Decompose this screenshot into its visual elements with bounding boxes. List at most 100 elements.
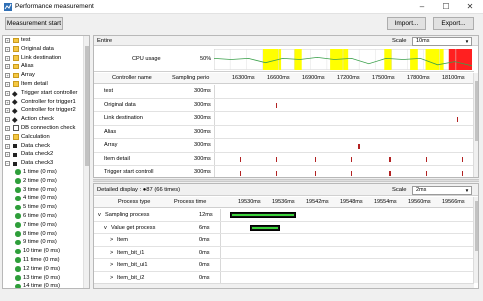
sample-marker[interactable] [461,170,463,176]
tree-item[interactable]: 2 time (0 ms) [3,177,89,186]
controller-row[interactable]: Trigger start controll 300ms [94,166,474,177]
expand-toggle-icon[interactable]: + [5,134,10,140]
detailed-scroll-thumb[interactable] [475,201,478,251]
tree-item[interactable]: + Alias [3,62,89,71]
tree-item[interactable]: + test [3,36,89,45]
tree-item[interactable]: + DB connection check [3,124,89,133]
sample-marker[interactable] [275,170,278,176]
sample-marker[interactable] [275,157,278,162]
sample-marker[interactable] [389,157,391,162]
process-row[interactable]: v Sampling process 12ms [94,209,474,222]
tree-item[interactable]: + Data check [3,142,89,151]
expand-toggle-icon[interactable]: + [5,73,10,79]
sample-marker[interactable] [314,170,316,176]
sample-marker[interactable] [350,157,353,162]
process-row[interactable]: > Item_bit_ui1 0ms [94,259,474,272]
sample-marker[interactable] [239,170,242,176]
tree-scroll-thumb[interactable] [85,46,89,166]
chevron-down-icon[interactable]: v [98,209,104,221]
controller-row[interactable]: test 300ms [94,85,474,99]
expand-toggle-icon[interactable]: + [5,108,10,114]
tree-item[interactable]: + Original data [3,45,89,54]
tree-item[interactable]: 10 time (0 ms) [3,247,89,256]
export-button[interactable]: Export... [433,17,474,30]
controller-row[interactable]: Link destination 300ms [94,112,474,126]
tree-item[interactable]: − Data check3 [3,159,89,168]
expand-toggle-icon[interactable]: − [5,161,10,167]
chevron-right-icon[interactable]: > [110,247,116,259]
process-row[interactable]: > Item 0ms [94,234,474,247]
chevron-down-icon[interactable]: v [104,222,110,234]
expand-toggle-icon[interactable]: + [5,81,10,87]
process-duration-bar[interactable] [230,212,296,218]
tree-item[interactable]: 7 time (0 ms) [3,221,89,230]
sample-marker[interactable] [350,170,353,176]
controller-row[interactable]: Alias 300ms [94,125,474,139]
tree-item[interactable]: 8 time (0 ms) [3,230,89,239]
sample-marker[interactable] [239,157,242,162]
tree-item[interactable]: 5 time (0 ms) [3,203,89,212]
tree-item[interactable]: 6 time (0 ms) [3,212,89,221]
sample-marker[interactable] [389,170,391,176]
controller-row[interactable]: Item detail 300ms [94,152,474,166]
close-button[interactable]: ✕ [459,0,481,14]
expand-toggle-icon[interactable]: + [5,143,10,149]
tree-item[interactable]: + Data check2 [3,150,89,159]
measurement-start-button[interactable]: Measurement start [5,17,63,30]
sampling-period-header[interactable]: Sampling perio [172,73,216,83]
process-duration-bar[interactable] [250,224,281,231]
chevron-right-icon[interactable]: > [110,272,116,284]
tree-item[interactable]: + Controller for trigger2 [3,106,89,115]
detailed-scale-select[interactable]: 2ms ▼ [412,186,472,195]
tree-item[interactable]: 3 time (0 ms) [3,186,89,195]
tree-item[interactable]: + Controller for trigger1 [3,98,89,107]
sample-marker[interactable] [461,157,463,162]
maximize-button[interactable]: ☐ [435,0,457,14]
sample-marker[interactable] [358,143,360,149]
process-row[interactable]: v Value get process 6ms [94,221,474,234]
sample-marker[interactable] [425,170,427,176]
tree-item[interactable]: 13 time (0 ms) [3,274,89,283]
import-button[interactable]: Import... [387,17,426,30]
entire-scroll-thumb[interactable] [475,81,478,141]
sample-marker[interactable] [425,157,427,162]
panel-splitter[interactable] [93,179,479,182]
expand-toggle-icon[interactable]: + [5,64,10,70]
tree-item[interactable]: 14 time (0 ms) [3,282,89,288]
tree-item[interactable]: 4 time (0 ms) [3,194,89,203]
tree-item[interactable]: + Calculation [3,133,89,142]
tree-item[interactable]: 12 time (0 ms) [3,265,89,274]
tree-item[interactable]: + Trigger start controller [3,89,89,98]
expand-toggle-icon[interactable]: + [5,90,10,96]
process-type-header[interactable]: Process type [118,197,178,207]
tree-item[interactable]: 9 time (0 ms) [3,238,89,247]
tree-item[interactable]: + Array [3,71,89,80]
process-row[interactable]: > Item_bit_i1 0ms [94,246,474,259]
expand-toggle-icon[interactable]: + [5,152,10,158]
expand-toggle-icon[interactable]: + [5,38,10,43]
sample-marker[interactable] [314,157,316,162]
chevron-right-icon[interactable]: > [110,234,116,246]
tree-item[interactable]: + Item detail [3,80,89,89]
tree-item[interactable]: + Link destination [3,54,89,63]
detailed-hscrollbar[interactable] [94,283,474,288]
controller-row[interactable]: Original data 300ms [94,98,474,112]
controller-row[interactable]: Array 300ms [94,139,474,153]
expand-toggle-icon[interactable]: + [5,99,10,105]
expand-toggle-icon[interactable]: + [5,46,10,52]
tree-item[interactable]: 1 time (0 ms) [3,168,89,177]
sample-marker[interactable] [275,103,278,108]
expand-toggle-icon[interactable]: + [5,125,10,131]
minimize-button[interactable]: – [411,0,433,14]
tree-item[interactable]: 11 time (0 ms) [3,256,89,265]
tree-item[interactable]: + Action check [3,115,89,124]
detailed-vscrollbar[interactable] [473,197,478,283]
sample-marker[interactable] [456,116,458,122]
entire-scale-select[interactable]: 10ms ▼ [412,37,472,46]
chevron-right-icon[interactable]: > [110,259,116,271]
expand-toggle-icon[interactable]: + [5,55,10,61]
tree-scrollbar[interactable] [83,36,89,288]
process-time-header[interactable]: Process time [174,197,218,207]
expand-toggle-icon[interactable]: + [5,117,10,123]
entire-vscrollbar[interactable] [473,73,478,177]
